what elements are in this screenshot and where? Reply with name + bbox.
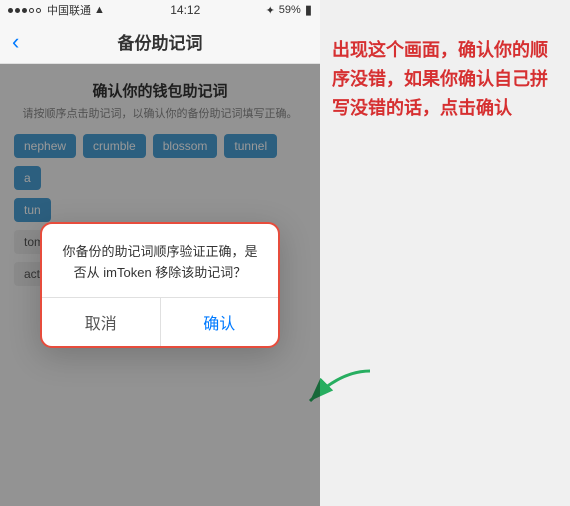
dialog-confirm-button[interactable]: 确认	[161, 298, 279, 346]
dialog-box: 你备份的助记词顺序验证正确，是否从 imToken 移除该助记词？ 取消 确认	[40, 222, 280, 349]
signal-dot-5	[36, 8, 41, 13]
dialog-body: 你备份的助记词顺序验证正确，是否从 imToken 移除该助记词？	[42, 224, 278, 298]
signal-dot-4	[29, 8, 34, 13]
back-button[interactable]: ‹	[12, 31, 19, 53]
nav-bar: ‹ 备份助记词	[0, 20, 320, 64]
bluetooth-icon: ✦	[266, 4, 275, 17]
status-left: 中国联通 ▲	[8, 2, 105, 18]
annotation-text: 出现这个画面，确认你的顺序没错，如果你确认自己拼写没错的话，点击确认	[332, 36, 558, 122]
battery-label: 59%	[279, 4, 301, 16]
signal-dot-2	[15, 8, 20, 13]
carrier-label: 中国联通	[47, 2, 91, 18]
dialog-cancel-button[interactable]: 取消	[42, 298, 161, 346]
dialog-text: 你备份的助记词顺序验证正确，是否从 imToken 移除该助记词？	[58, 242, 262, 284]
signal-dot-1	[8, 8, 13, 13]
dialog-overlay: 你备份的助记词顺序验证正确，是否从 imToken 移除该助记词？ 取消 确认	[0, 64, 320, 506]
battery-icon: ▮	[305, 2, 312, 18]
dialog-actions: 取消 确认	[42, 297, 278, 346]
signal-dot-3	[22, 8, 27, 13]
wifi-icon: ▲	[94, 4, 105, 16]
annotation-panel: 出现这个画面，确认你的顺序没错，如果你确认自己拼写没错的话，点击确认	[320, 0, 570, 506]
signal-dots	[8, 8, 41, 13]
status-right: ✦ 59% ▮	[266, 2, 312, 18]
status-time: 14:12	[170, 3, 200, 17]
phone-screen: 中国联通 ▲ 14:12 ✦ 59% ▮ ‹ 备份助记词 确认你的钱包助记词 请…	[0, 0, 320, 506]
page-content: 确认你的钱包助记词 请按顺序点击助记词，以确认你的备份助记词填写正确。 neph…	[0, 64, 320, 506]
status-bar: 中国联通 ▲ 14:12 ✦ 59% ▮	[0, 0, 320, 20]
nav-title: 备份助记词	[118, 29, 203, 54]
